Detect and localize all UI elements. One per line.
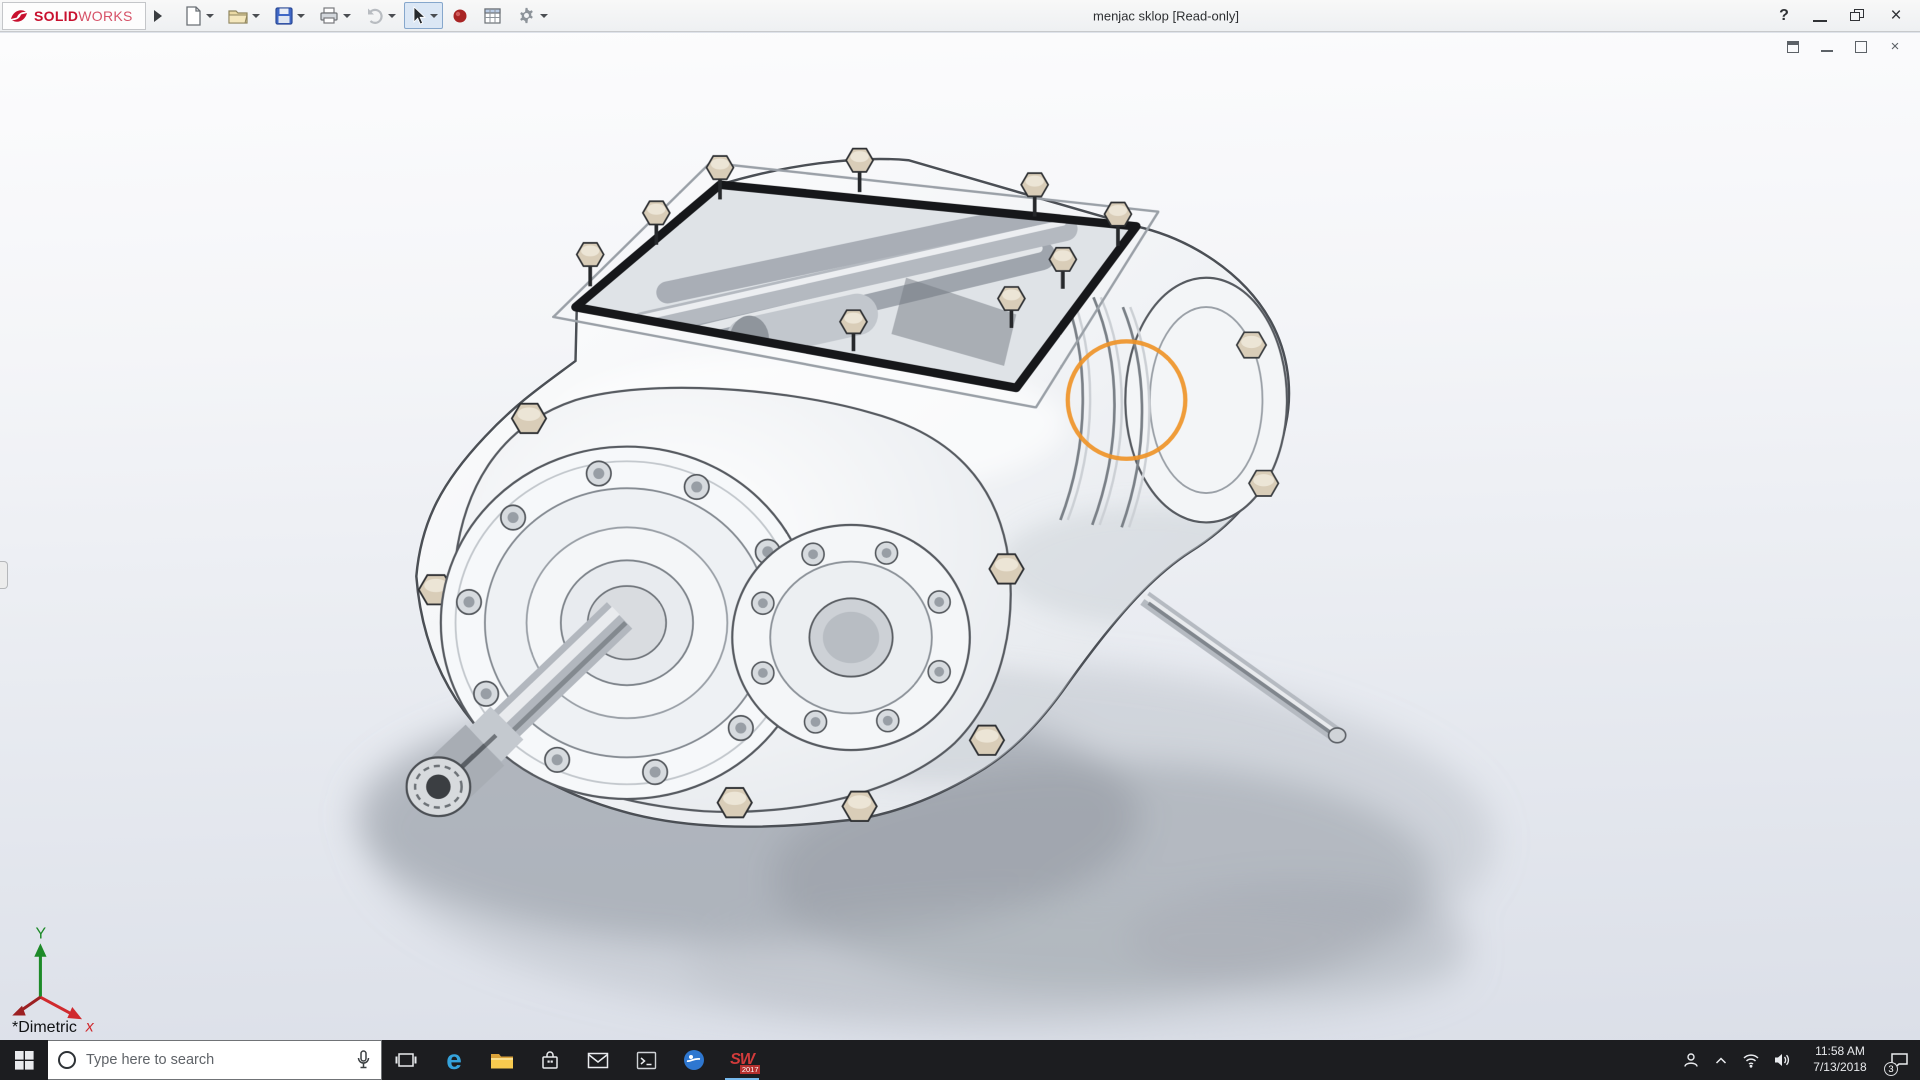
round-blue-app-icon bbox=[683, 1049, 705, 1071]
doc-window-icon[interactable] bbox=[1784, 39, 1802, 55]
edge-button[interactable]: e bbox=[430, 1040, 478, 1080]
print-button[interactable] bbox=[313, 2, 356, 29]
undo-button[interactable] bbox=[359, 2, 401, 29]
store-button[interactable] bbox=[526, 1040, 574, 1080]
doc-minimize-button[interactable] bbox=[1818, 39, 1836, 55]
options-button[interactable] bbox=[511, 2, 553, 29]
toolbar-expand-arrow-icon[interactable] bbox=[154, 10, 162, 22]
table-icon bbox=[482, 6, 503, 26]
graphics-viewport[interactable]: × bbox=[0, 33, 1920, 1040]
start-button[interactable] bbox=[0, 1040, 48, 1080]
new-document-button[interactable] bbox=[178, 2, 219, 29]
xpress-tools-button[interactable] bbox=[446, 2, 474, 29]
open-folder-icon bbox=[227, 5, 249, 27]
document-title: menjac sklop [Read-only] bbox=[1093, 8, 1239, 23]
volume-button[interactable] bbox=[1766, 1040, 1796, 1080]
clock[interactable]: 11:58 AM 7/13/2018 bbox=[1796, 1040, 1884, 1080]
view-orientation-label: *Dimetric bbox=[12, 1019, 77, 1037]
task-view-button[interactable] bbox=[382, 1040, 430, 1080]
housing-plug-bolt bbox=[1249, 471, 1278, 496]
windows-logo-icon bbox=[15, 1051, 34, 1070]
output-flange bbox=[732, 525, 970, 750]
dropdown-caret-icon bbox=[388, 14, 396, 18]
hidden-icons-button[interactable] bbox=[1706, 1040, 1736, 1080]
axis-y-label: Y bbox=[36, 925, 47, 942]
file-explorer-icon bbox=[490, 1051, 514, 1070]
print-icon bbox=[318, 5, 340, 26]
chevron-up-icon bbox=[1715, 1056, 1727, 1065]
notification-badge: 3 bbox=[1884, 1062, 1898, 1076]
search-placeholder: Type here to search bbox=[86, 1052, 214, 1068]
mail-icon bbox=[587, 1052, 609, 1069]
open-document-button[interactable] bbox=[222, 2, 265, 29]
dropdown-caret-icon bbox=[297, 14, 305, 18]
select-tool-button[interactable] bbox=[404, 2, 443, 29]
window-controls: ? × bbox=[1774, 5, 1920, 27]
help-button[interactable]: ? bbox=[1774, 7, 1794, 25]
doc-close-button[interactable]: × bbox=[1886, 39, 1904, 55]
cortana-icon[interactable] bbox=[58, 1051, 76, 1069]
dropdown-caret-icon bbox=[343, 14, 351, 18]
screen: SOLIDWORKS bbox=[0, 0, 1920, 1080]
network-button[interactable] bbox=[1736, 1040, 1766, 1080]
red-sphere-icon bbox=[451, 7, 469, 25]
solidworks-taskbar-button[interactable]: SW 2017 bbox=[718, 1040, 766, 1080]
blue-app-button[interactable] bbox=[670, 1040, 718, 1080]
action-center-button[interactable]: 3 bbox=[1884, 1040, 1914, 1080]
dropdown-caret-icon bbox=[540, 14, 548, 18]
gear-icon bbox=[516, 5, 537, 26]
speaker-icon bbox=[1773, 1052, 1790, 1068]
dropdown-caret-icon bbox=[252, 14, 260, 18]
system-tray: 11:58 AM 7/13/2018 3 bbox=[1676, 1040, 1920, 1080]
titlebar: SOLIDWORKS bbox=[0, 0, 1920, 32]
taskbar-search-box[interactable]: Type here to search bbox=[48, 1040, 382, 1080]
task-view-icon bbox=[395, 1051, 417, 1069]
doc-restore-button[interactable] bbox=[1852, 39, 1870, 55]
save-button[interactable] bbox=[268, 2, 310, 29]
panel-collapse-tab[interactable] bbox=[0, 561, 8, 589]
clock-date: 7/13/2018 bbox=[1813, 1060, 1866, 1076]
select-cursor-icon bbox=[409, 5, 427, 26]
microphone-icon[interactable] bbox=[356, 1050, 371, 1070]
close-button[interactable]: × bbox=[1884, 5, 1908, 27]
brand-text: SOLIDWORKS bbox=[34, 8, 133, 24]
edge-icon: e bbox=[446, 1046, 462, 1074]
housing-plug-bolt bbox=[1237, 332, 1266, 357]
ds-swirl-icon bbox=[9, 6, 29, 26]
design-table-button[interactable] bbox=[477, 2, 508, 29]
solidworks-logo: SOLIDWORKS bbox=[2, 2, 146, 30]
people-icon bbox=[1682, 1051, 1700, 1069]
store-bag-icon bbox=[540, 1050, 560, 1070]
solidworks-icon: SW 2017 bbox=[727, 1045, 757, 1075]
axis-x-label: x bbox=[85, 1018, 95, 1035]
dropdown-caret-icon bbox=[206, 14, 214, 18]
child-window-controls: × bbox=[1784, 39, 1904, 55]
taskbar: Type here to search e bbox=[0, 1040, 1920, 1080]
mail-button[interactable] bbox=[574, 1040, 622, 1080]
restore-button[interactable] bbox=[1846, 5, 1870, 27]
command-prompt-button[interactable] bbox=[622, 1040, 670, 1080]
command-prompt-icon bbox=[636, 1051, 657, 1070]
undo-icon bbox=[364, 5, 385, 26]
new-document-icon bbox=[183, 5, 203, 27]
wifi-icon bbox=[1742, 1053, 1760, 1068]
clock-time: 11:58 AM bbox=[1815, 1044, 1865, 1060]
minimize-button[interactable] bbox=[1808, 5, 1832, 27]
save-icon bbox=[273, 5, 294, 26]
file-explorer-button[interactable] bbox=[478, 1040, 526, 1080]
people-button[interactable] bbox=[1676, 1040, 1706, 1080]
dropdown-caret-icon bbox=[430, 14, 438, 18]
gearbox-3d-model: Y x bbox=[0, 33, 1920, 1040]
main-toolbar bbox=[178, 2, 553, 29]
